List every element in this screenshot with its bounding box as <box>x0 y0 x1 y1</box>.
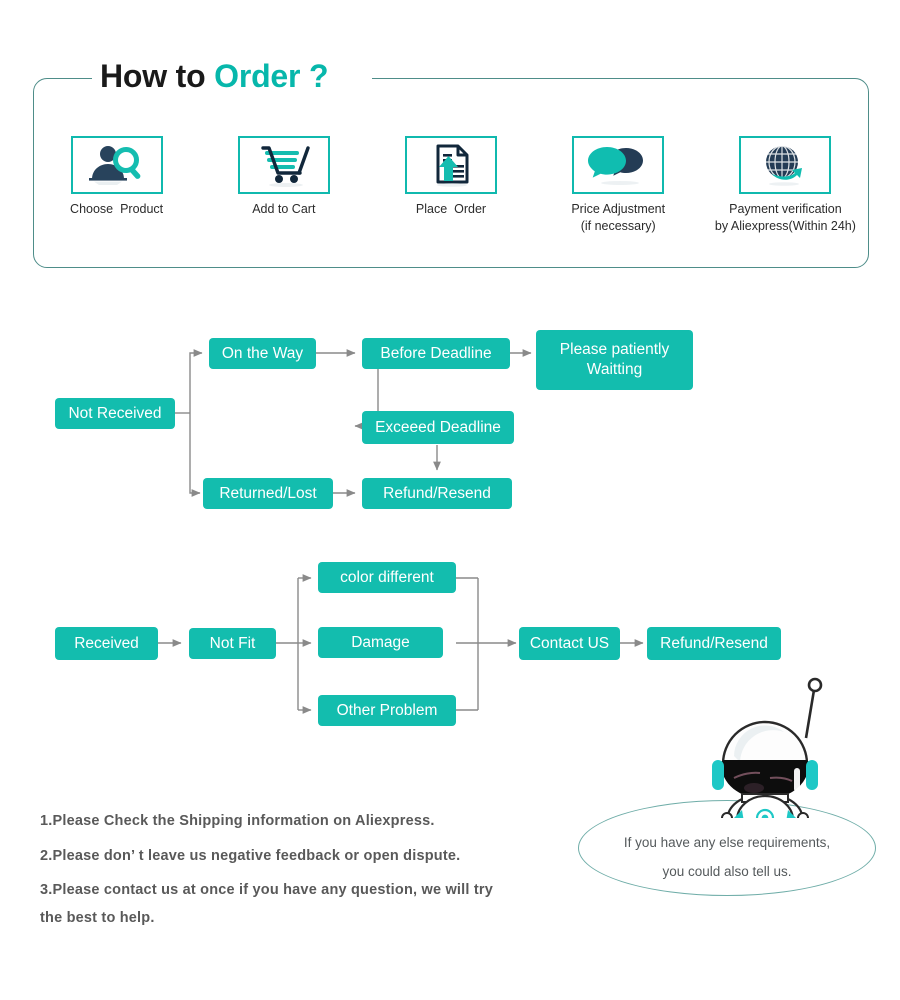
node-color-different[interactable]: color different <box>318 562 456 593</box>
node-not-fit[interactable]: Not Fit <box>189 628 276 659</box>
node-not-received[interactable]: Not Received <box>55 398 175 429</box>
note-line-2: 2.Please don’ t leave us negative feedba… <box>40 848 461 864</box>
bubble-line-1: If you have any else requirements, <box>623 835 831 850</box>
node-other-problem[interactable]: Other Problem <box>318 695 456 726</box>
node-exceed-deadline[interactable]: Exceeed Deadline <box>362 411 514 444</box>
bubble-line-2: you could also tell us. <box>662 864 792 879</box>
note-line-4: the best to help. <box>40 910 155 926</box>
node-received[interactable]: Received <box>55 627 158 660</box>
note-line-1: 1.Please Check the Shipping information … <box>40 813 435 829</box>
node-before-deadline[interactable]: Before Deadline <box>362 338 510 369</box>
astronaut-mascot <box>712 677 823 818</box>
node-refund-resend-2[interactable]: Refund/Resend <box>647 627 781 660</box>
node-contact-us[interactable]: Contact US <box>519 627 620 660</box>
node-damage[interactable]: Damage <box>318 627 443 658</box>
node-on-the-way[interactable]: On the Way <box>209 338 316 369</box>
node-refund-resend-1[interactable]: Refund/Resend <box>362 478 512 509</box>
note-line-3: 3.Please contact us at once if you have … <box>40 882 493 898</box>
node-please-patiently-waiting[interactable]: Please patiently Waitting <box>536 330 693 390</box>
node-returned-lost[interactable]: Returned/Lost <box>203 478 333 509</box>
